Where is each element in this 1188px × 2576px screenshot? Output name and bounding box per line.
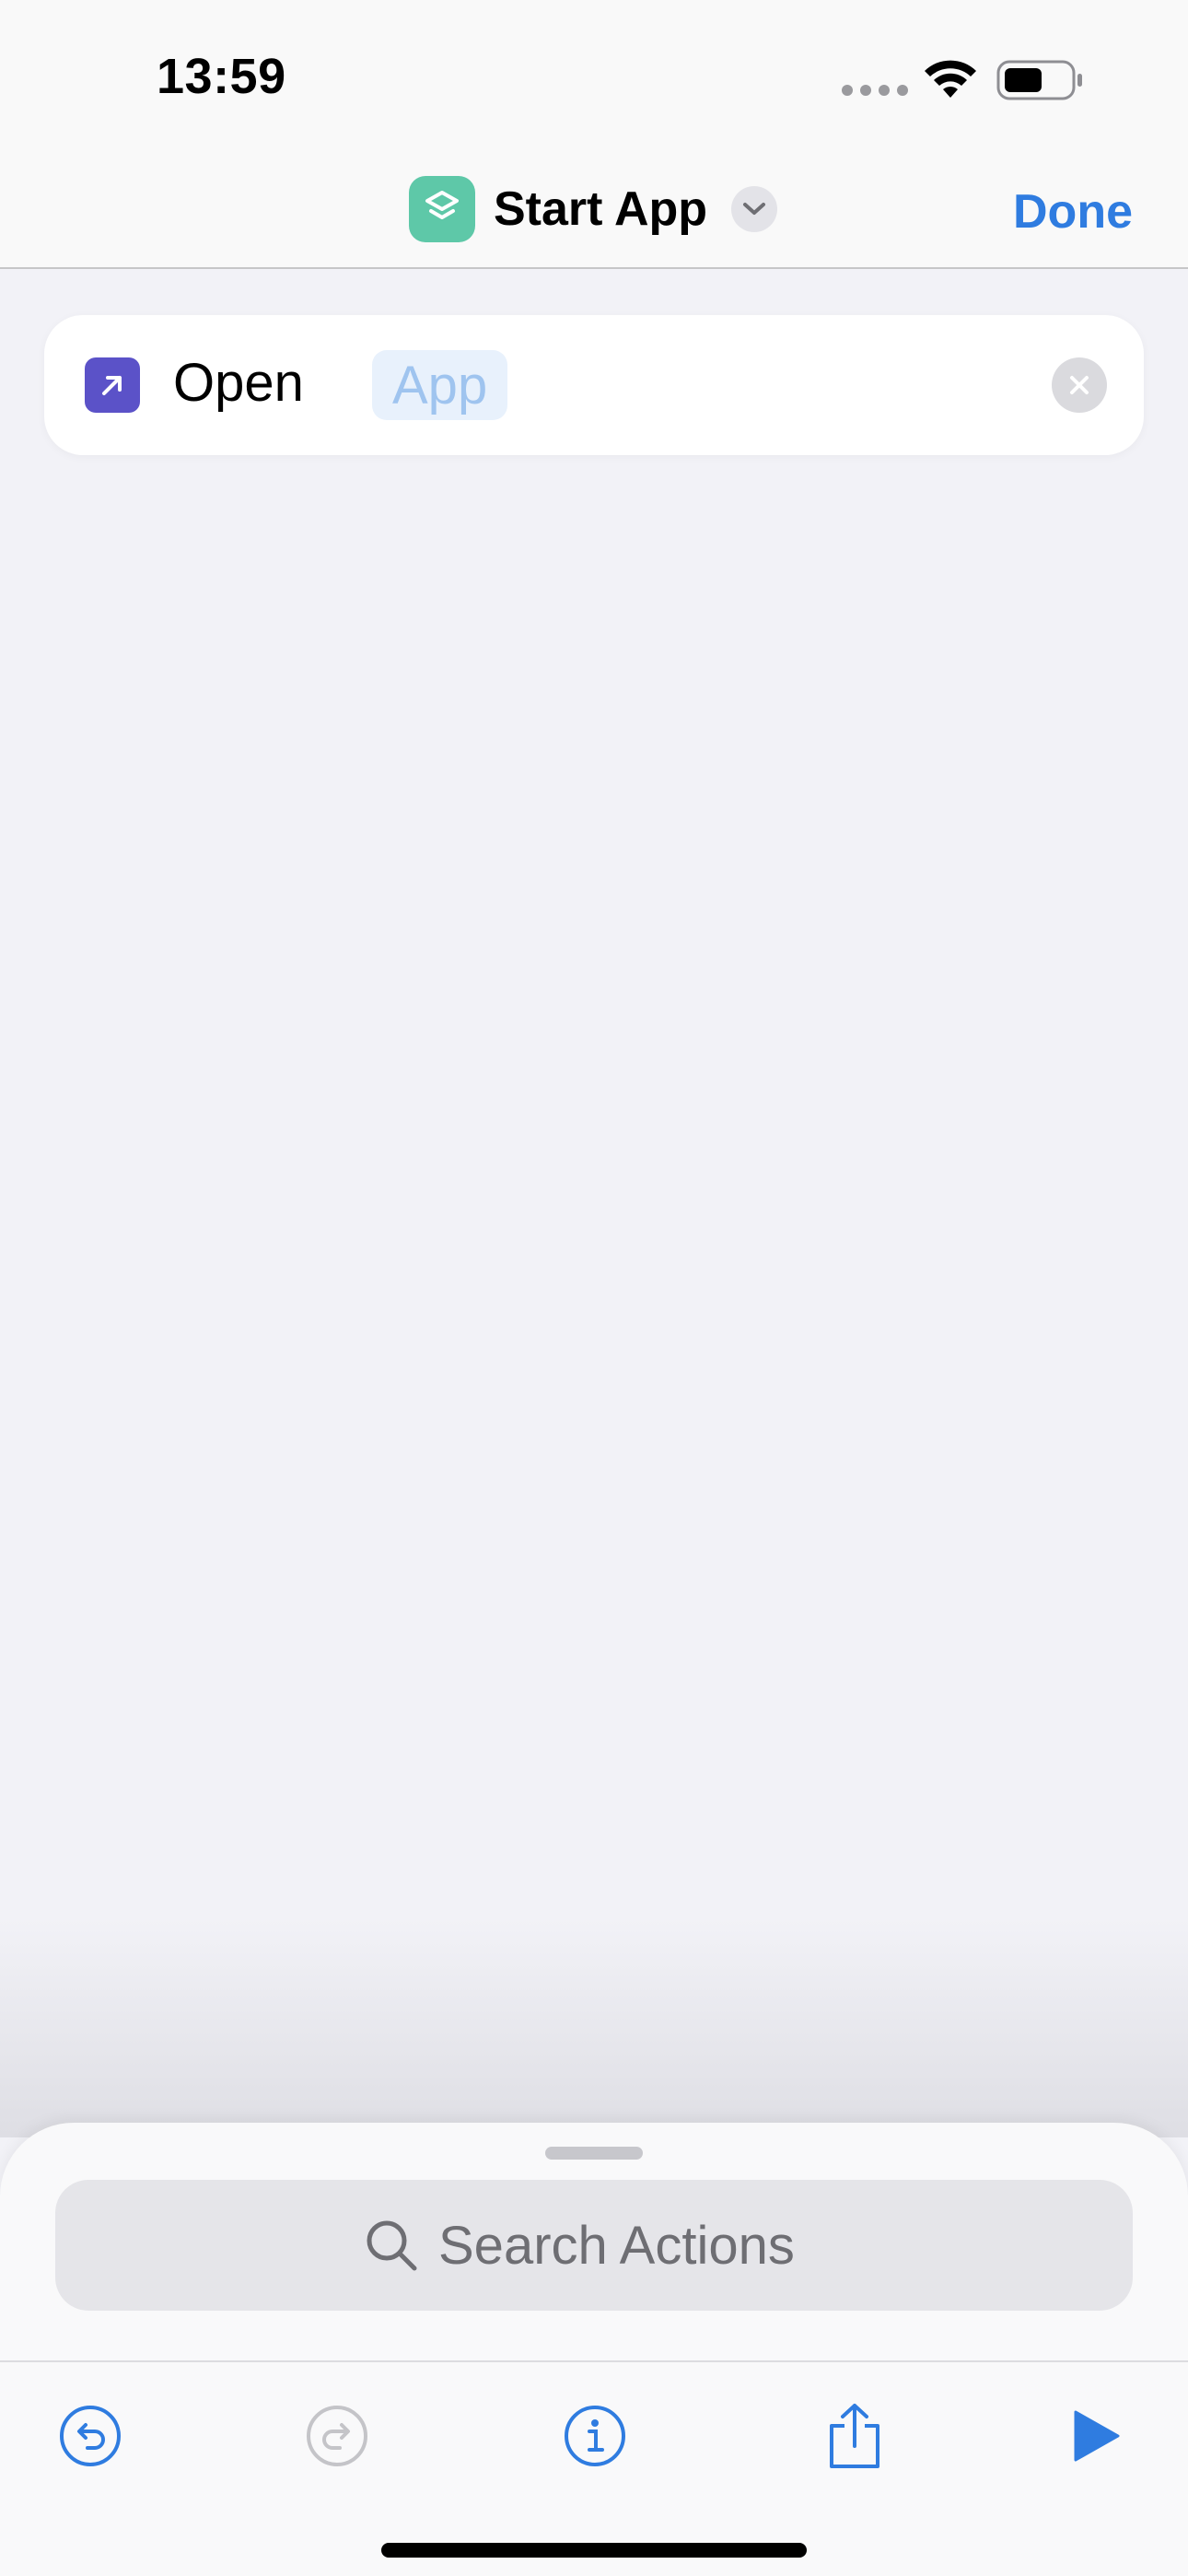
status-bar: 13:59 [0, 0, 1188, 157]
undo-icon [60, 2406, 121, 2466]
shortcut-editor-screen: 13:59 Start App Done Open App Search Act… [0, 0, 1188, 2576]
status-time: 13:59 [157, 49, 286, 104]
actions-bottom-sheet [0, 2123, 1188, 2576]
remove-action-button[interactable] [1052, 357, 1107, 413]
undo-button[interactable] [53, 2399, 127, 2473]
arrow-up-right-icon [85, 357, 140, 413]
search-input[interactable] [438, 2214, 825, 2277]
redo-button[interactable] [300, 2399, 374, 2473]
bottom-fade [0, 1916, 1188, 2137]
run-shortcut-button[interactable] [1057, 2399, 1131, 2473]
navigation-bar: Start App Done [0, 157, 1188, 269]
info-icon [565, 2406, 625, 2466]
home-indicator [381, 2543, 807, 2558]
search-actions-field[interactable] [55, 2180, 1133, 2311]
shortcuts-glyph-icon [409, 176, 475, 242]
chevron-down-icon[interactable] [731, 186, 778, 232]
info-button[interactable] [558, 2399, 632, 2473]
redo-icon [307, 2406, 367, 2466]
action-label: Open [173, 353, 304, 413]
app-parameter-token[interactable]: App [372, 350, 508, 420]
open-app-action[interactable]: Open App [44, 315, 1144, 455]
search-icon [367, 2220, 417, 2271]
battery-icon [996, 60, 1082, 100]
wifi-icon [925, 60, 976, 98]
shortcut-title-menu[interactable]: Start App [409, 175, 778, 243]
page-title: Start App [494, 182, 708, 236]
share-button[interactable] [818, 2399, 891, 2473]
done-button[interactable]: Done [1013, 184, 1133, 240]
close-icon [1070, 376, 1089, 394]
play-icon [1074, 2410, 1120, 2462]
share-icon [830, 2404, 879, 2468]
toolbar-divider [0, 2360, 1188, 2362]
sheet-grabber[interactable] [545, 2147, 643, 2160]
cellular-signal-icon [842, 85, 908, 96]
